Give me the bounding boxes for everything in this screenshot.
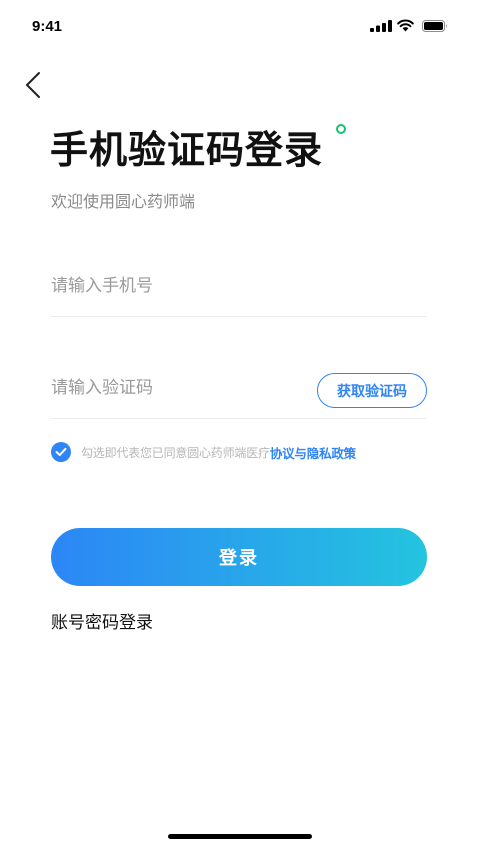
battery-icon [422, 20, 447, 32]
status-bar: 9:41 [0, 0, 478, 56]
wifi-icon [397, 19, 414, 32]
home-indicator [168, 834, 312, 839]
password-login-link[interactable]: 账号密码登录 [51, 608, 153, 633]
privacy-policy-link[interactable]: 协议与隐私政策 [270, 443, 356, 462]
chevron-left-icon[interactable] [22, 70, 46, 100]
agreement-row: 勾选即代表您已同意圆心药师端医疗 协议与隐私政策 [51, 442, 356, 462]
status-time: 9:41 [32, 18, 63, 35]
page-subtitle: 欢迎使用圆心药师端 [51, 192, 196, 211]
page-title: 手机验证码登录 [50, 128, 324, 172]
login-button[interactable]: 登录 [51, 528, 427, 586]
signal-icon [370, 20, 392, 32]
title-dot-icon [336, 124, 346, 134]
agreement-checkbox[interactable] [51, 442, 71, 462]
phone-input[interactable] [51, 266, 291, 306]
verification-code-input[interactable] [51, 368, 291, 408]
agreement-text: 勾选即代表您已同意圆心药师端医疗 [81, 445, 270, 460]
code-field: 获取验证码 [51, 368, 427, 419]
check-icon [55, 447, 67, 456]
get-code-button[interactable]: 获取验证码 [317, 373, 427, 408]
phone-field [51, 266, 427, 317]
